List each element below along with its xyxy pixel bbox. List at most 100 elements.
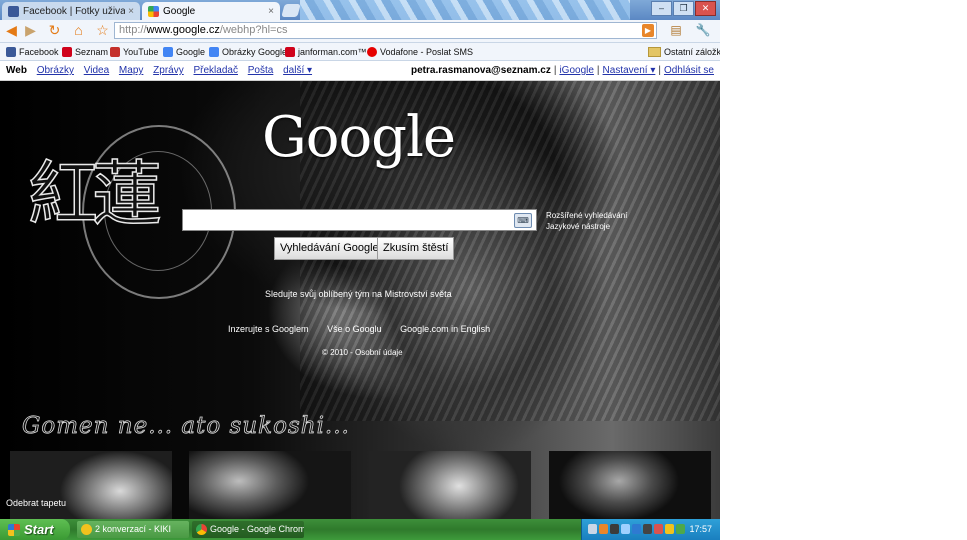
tab-google[interactable]: Google × xyxy=(142,2,280,20)
tab-facebook[interactable]: Facebook | Fotky uživatele... × xyxy=(2,2,140,20)
google-nav-bar: Web Obrázky Videa Mapy Zprávy Překladač … xyxy=(0,61,720,81)
wallpaper-tagline: Gomen ne... ato sukoshi... xyxy=(22,413,350,440)
close-icon[interactable]: × xyxy=(128,6,134,17)
service-mail[interactable]: Pošta xyxy=(248,65,274,76)
youtube-icon xyxy=(110,46,120,57)
bookmark-google[interactable]: Google xyxy=(163,44,205,59)
footer-links: Inzerujte s Googlem Vše o Googlu Google.… xyxy=(228,324,506,334)
close-window-button[interactable]: ✕ xyxy=(695,1,716,16)
folder-icon xyxy=(648,46,661,57)
google-icon xyxy=(209,46,219,57)
language-tools-link[interactable]: Jazykové nástroje xyxy=(546,221,627,232)
service-translate[interactable]: Překladač xyxy=(194,65,238,76)
reload-icon[interactable]: ↻ xyxy=(46,22,63,39)
google-homepage: 紅蓮 Google ⌨ Rozšířené vyhledávání Jazyko… xyxy=(0,81,720,519)
wallpaper-photo xyxy=(189,451,351,519)
bookmark-janforman[interactable]: janforman.com™ xyxy=(285,44,367,59)
service-news[interactable]: Zprávy xyxy=(153,65,184,76)
task-label: 2 konverzací - KIKI xyxy=(95,524,172,534)
bookmark-label: Vodafone - Poslat SMS xyxy=(380,46,474,57)
service-videos[interactable]: Videa xyxy=(84,65,109,76)
service-more[interactable]: další ▾ xyxy=(283,65,312,76)
wallpaper-photo xyxy=(10,451,172,519)
feeling-lucky-button[interactable]: Zkusím štěstí xyxy=(377,237,455,260)
start-button[interactable]: Start xyxy=(0,519,70,540)
screen: Facebook | Fotky uživatele... × Google ×… xyxy=(0,0,720,540)
service-images[interactable]: Obrázky xyxy=(37,65,74,76)
go-arrow-icon[interactable]: ▶ xyxy=(642,24,654,37)
tray-icon[interactable] xyxy=(621,524,630,534)
advanced-search-link[interactable]: Rozšířené vyhledávání xyxy=(546,210,627,221)
bookmark-youtube[interactable]: YouTube xyxy=(110,44,158,59)
about-google-link[interactable]: Vše o Googlu xyxy=(327,324,382,334)
bookmark-google-images[interactable]: Obrázky Google xyxy=(209,44,287,59)
windows-logo-icon xyxy=(8,524,20,536)
google-com-link[interactable]: Google.com in English xyxy=(400,324,490,334)
tray-icon[interactable] xyxy=(665,524,674,534)
google-logo: Google xyxy=(262,105,456,170)
forward-arrow-icon[interactable]: ▶ xyxy=(22,22,39,39)
bookmark-label: Obrázky Google xyxy=(222,46,288,57)
taskbar-item-chat[interactable]: 2 konverzací - KIKI xyxy=(77,521,189,538)
search-side-links: Rozšířené vyhledávání Jazykové nástroje xyxy=(546,210,627,232)
tray-icon[interactable] xyxy=(632,524,641,534)
windows-taskbar: Start 2 konverzací - KIKI Google - Googl… xyxy=(0,519,720,540)
keyboard-icon[interactable]: ⌨ xyxy=(514,213,532,228)
google-search-button[interactable]: Vyhledávání Google xyxy=(274,237,385,260)
window-controls: – ❐ ✕ xyxy=(651,1,716,16)
system-tray: 17:57 xyxy=(581,519,720,540)
separator: | xyxy=(553,65,557,76)
tray-icon[interactable] xyxy=(654,524,663,534)
google-icon xyxy=(163,46,173,57)
tray-icon[interactable] xyxy=(599,524,608,534)
seznam-icon xyxy=(62,46,72,57)
home-icon[interactable]: ⌂ xyxy=(70,22,87,39)
separator: | xyxy=(658,65,661,76)
advertising-link[interactable]: Inzerujte s Googlem xyxy=(228,324,309,334)
wrench-icon[interactable]: 🔧 xyxy=(692,23,714,38)
tray-icon[interactable] xyxy=(643,524,652,534)
google-services-links: Web Obrázky Videa Mapy Zprávy Překladač … xyxy=(6,65,319,76)
back-arrow-icon[interactable]: ◀ xyxy=(3,22,20,39)
facebook-icon xyxy=(6,46,16,57)
url-scheme: http:// xyxy=(119,24,147,36)
bookmarks-other-folder[interactable]: Ostatní záložky xyxy=(648,44,720,59)
url-host: www.google.cz xyxy=(146,24,220,36)
maximize-button[interactable]: ❐ xyxy=(673,1,694,16)
remove-wallpaper-link[interactable]: Odebrat tapetu xyxy=(6,498,66,508)
bookmark-vodafone[interactable]: Vodafone - Poslat SMS xyxy=(367,44,473,59)
theme-decoration xyxy=(300,0,630,20)
close-icon[interactable]: × xyxy=(268,6,274,17)
service-maps[interactable]: Mapy xyxy=(119,65,143,76)
taskbar-item-chrome[interactable]: Google - Google Chrome xyxy=(192,521,304,538)
bookmark-seznam[interactable]: Seznam xyxy=(62,44,108,59)
task-label: Google - Google Chrome xyxy=(210,524,304,534)
vodafone-icon xyxy=(367,46,377,57)
minimize-button[interactable]: – xyxy=(651,1,672,16)
account-links: petra.rasmanova@seznam.cz | iGoogle | Nastav… xyxy=(411,65,714,76)
promo-link[interactable]: Sledujte svůj oblíbený tým na Mistrovstv… xyxy=(265,289,452,299)
google-icon xyxy=(148,5,159,17)
bookmarks-bar: Facebook Seznam YouTube Google Obrázky G… xyxy=(0,43,720,61)
bookmark-star-icon[interactable]: ☆ xyxy=(94,22,111,39)
address-bar[interactable]: http://www.google.cz/webhp?hl=cs ▶ xyxy=(114,22,657,39)
page-menu-icon[interactable]: ▤ xyxy=(665,23,687,38)
chat-icon xyxy=(81,524,92,535)
new-tab-button[interactable] xyxy=(281,4,301,17)
service-web[interactable]: Web xyxy=(6,65,27,76)
tray-icon[interactable] xyxy=(610,524,619,534)
sign-out-link[interactable]: Odhlásit se xyxy=(664,65,714,76)
tray-icons xyxy=(588,524,685,534)
bookmark-facebook[interactable]: Facebook xyxy=(6,44,59,59)
search-input[interactable]: ⌨ xyxy=(182,209,537,231)
url-path: /webhp?hl=cs xyxy=(219,24,288,36)
bookmark-label: Facebook xyxy=(19,46,59,57)
tray-icon[interactable] xyxy=(676,524,685,534)
settings-link[interactable]: Nastavení ▾ xyxy=(603,65,656,76)
separator: | xyxy=(596,65,600,76)
janforman-icon xyxy=(285,46,295,57)
tab-label: Facebook | Fotky uživatele... xyxy=(23,5,126,17)
igoogle-link[interactable]: iGoogle xyxy=(559,65,593,76)
wallpaper-photo xyxy=(549,451,711,519)
tray-icon[interactable] xyxy=(588,524,597,534)
